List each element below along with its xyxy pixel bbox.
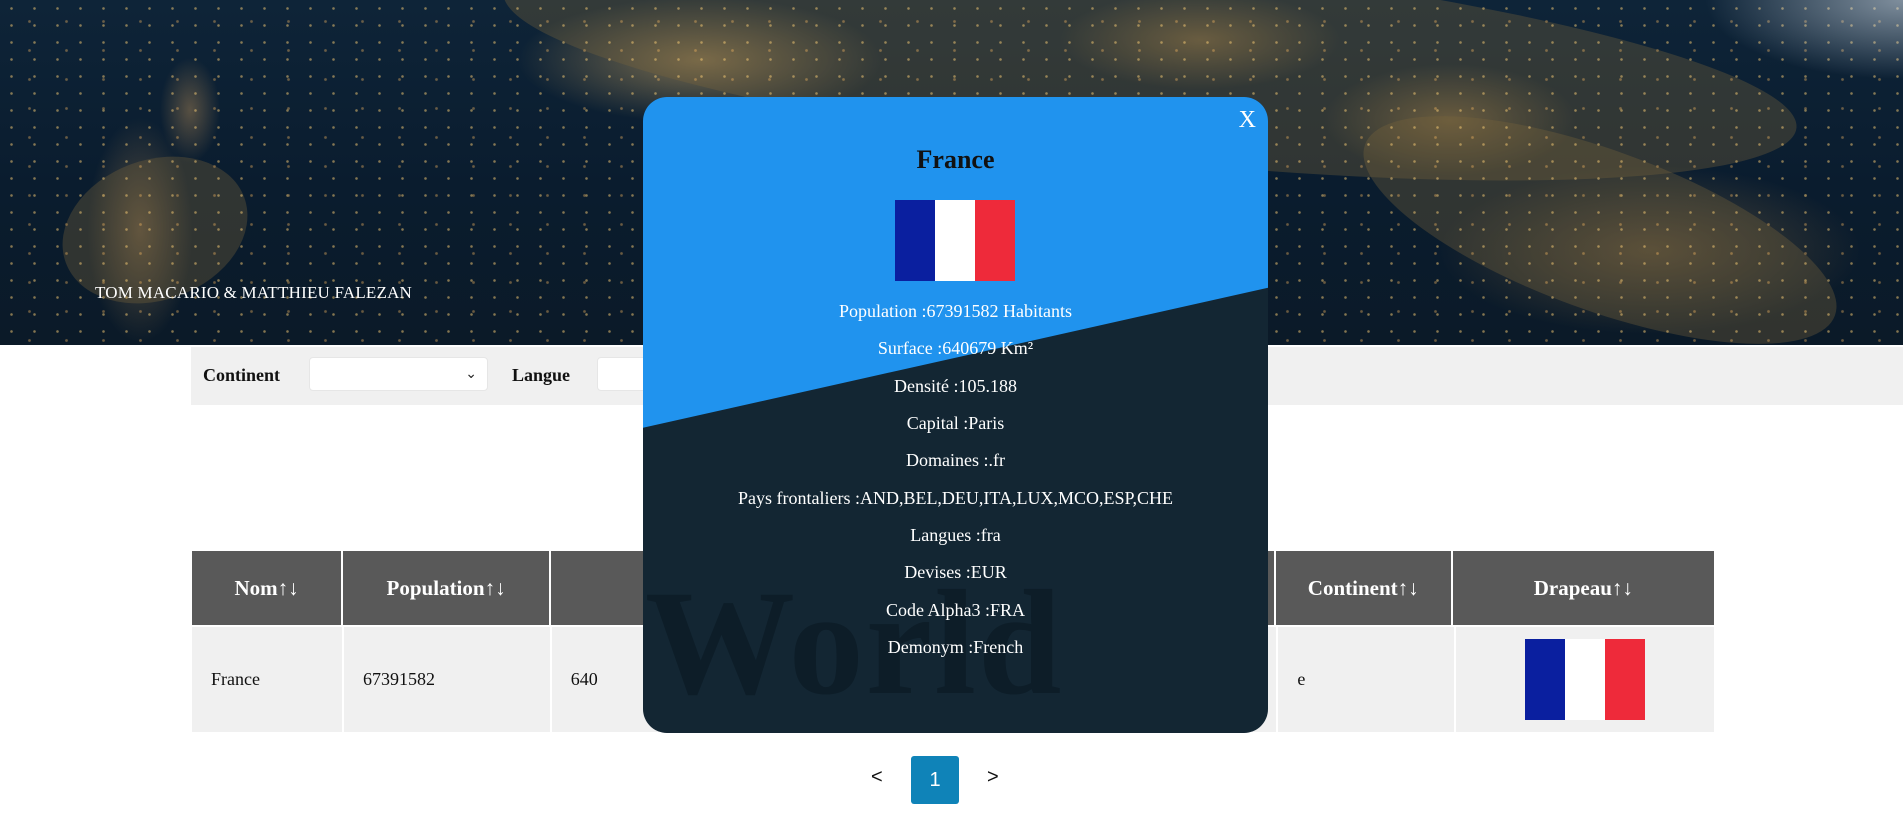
france-flag-icon bbox=[1524, 639, 1645, 720]
page-1-button[interactable]: 1 bbox=[911, 756, 959, 804]
authors-credit: TOM MACARIO & MATTHIEU FALEZAN bbox=[95, 283, 413, 302]
column-header-drapeau[interactable]: Drapeau↑↓ bbox=[1452, 551, 1714, 625]
prev-page-button[interactable]: < bbox=[871, 766, 883, 789]
cell-nom: France bbox=[192, 627, 344, 732]
next-page-button[interactable]: > bbox=[987, 766, 999, 789]
info-devises: Devises :EUR bbox=[904, 562, 1007, 582]
close-button[interactable]: X bbox=[1239, 107, 1256, 134]
info-population: Population :67391582 Habitants bbox=[839, 301, 1072, 321]
column-header-continent[interactable]: Continent↑↓ bbox=[1275, 551, 1453, 625]
france-flag-icon bbox=[895, 200, 1015, 281]
cell-population: 67391582 bbox=[343, 627, 552, 732]
country-detail-modal: World X France Population :67391582 Habi… bbox=[643, 97, 1268, 733]
info-demonym: Demonym :French bbox=[887, 637, 1024, 657]
info-densite: Densité :105.188 bbox=[894, 376, 1017, 396]
cell-continent: e bbox=[1278, 627, 1456, 732]
column-header-nom[interactable]: Nom↑↓ bbox=[192, 551, 344, 625]
continent-filter-label: Continent bbox=[203, 365, 281, 385]
column-header-population[interactable]: Population↑↓ bbox=[343, 551, 551, 625]
langue-filter-label: Langue bbox=[512, 365, 571, 385]
info-langues: Langues :fra bbox=[910, 525, 1001, 545]
pagination: < 1 > bbox=[0, 756, 1903, 804]
chevron-down-icon: ⌄ bbox=[465, 367, 477, 382]
modal-title: France bbox=[916, 145, 995, 174]
info-capital: Capital :Paris bbox=[906, 413, 1005, 433]
info-surface: Surface :640679 Km² bbox=[877, 338, 1034, 358]
continent-select[interactable]: ⌄ bbox=[309, 357, 488, 391]
info-frontaliers: Pays frontaliers :AND,BEL,DEU,ITA,LUX,MC… bbox=[737, 488, 1174, 508]
cell-drapeau bbox=[1455, 627, 1714, 732]
cloud bbox=[1703, 0, 1903, 80]
info-alpha3: Code Alpha3 :FRA bbox=[885, 600, 1025, 620]
info-domaines: Domaines :.fr bbox=[906, 450, 1005, 470]
